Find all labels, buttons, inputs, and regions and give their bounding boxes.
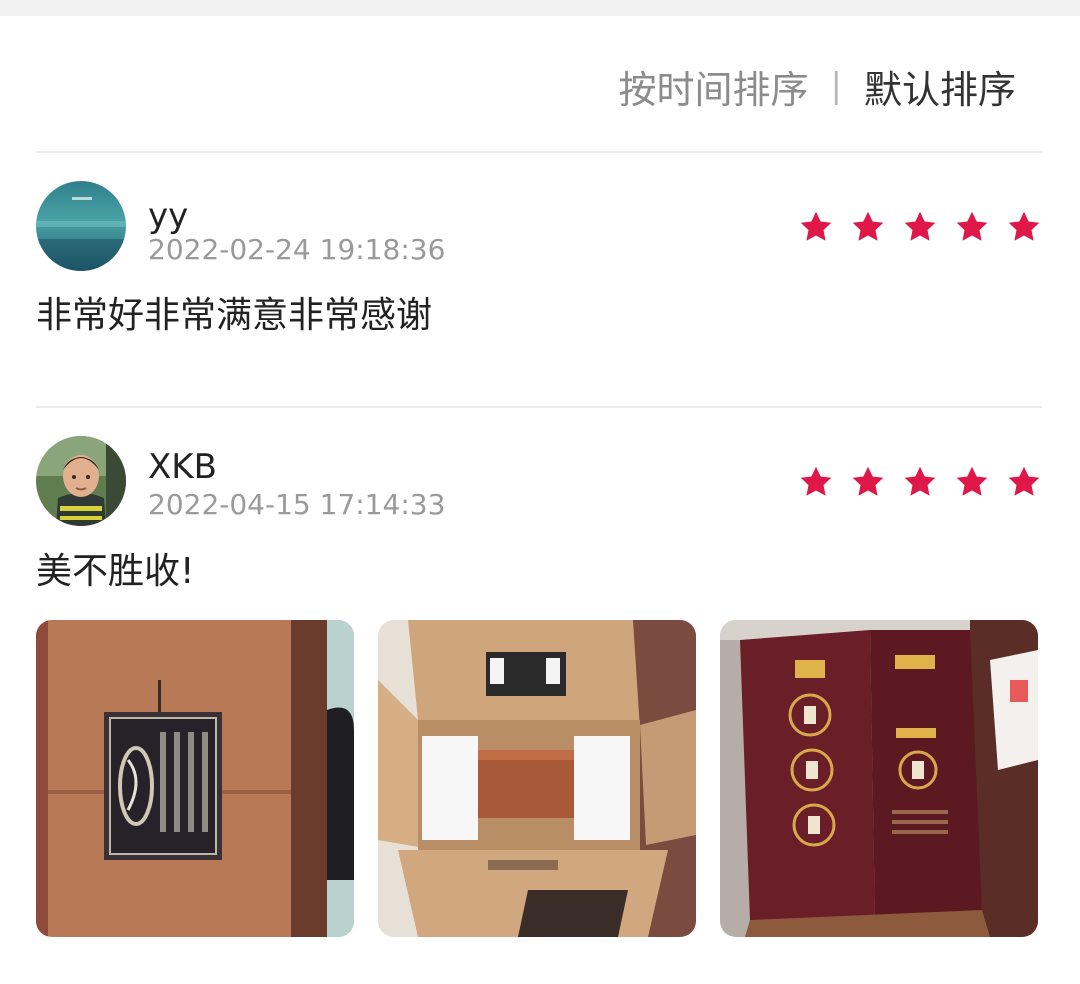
star-icon	[956, 466, 988, 496]
review-photo[interactable]	[720, 620, 1038, 937]
sort-default-button[interactable]: 默认排序	[864, 59, 1016, 114]
star-icon	[956, 211, 988, 241]
divider	[36, 151, 1042, 153]
sort-by-time-button[interactable]: 按时间排序	[619, 59, 809, 114]
avatar[interactable]	[36, 436, 126, 526]
review-time: 2022-02-24 19:18:36	[148, 233, 446, 266]
star-icon	[1008, 211, 1040, 241]
star-icon	[852, 466, 884, 496]
star-icon	[904, 466, 936, 496]
review-content: 美不胜收!	[36, 551, 195, 592]
sort-bar: 按时间排序 | 默认排序	[619, 58, 1017, 114]
sort-separator: |	[830, 66, 842, 106]
star-icon	[800, 466, 832, 496]
avatar[interactable]	[36, 181, 126, 271]
top-strip	[0, 0, 1080, 16]
star-icon	[800, 211, 832, 241]
rating-stars	[798, 209, 1042, 245]
star-icon	[852, 211, 884, 241]
star-icon	[904, 211, 936, 241]
review-username: XKB	[148, 447, 217, 487]
review-time: 2022-04-15 17:14:33	[148, 488, 446, 521]
divider	[36, 406, 1042, 408]
rating-stars	[798, 464, 1042, 500]
review-content: 非常好非常满意非常感谢	[36, 295, 433, 336]
review-photo[interactable]	[378, 620, 696, 937]
review-photo[interactable]	[36, 620, 354, 937]
star-icon	[1008, 466, 1040, 496]
review-username: yy	[148, 196, 189, 236]
